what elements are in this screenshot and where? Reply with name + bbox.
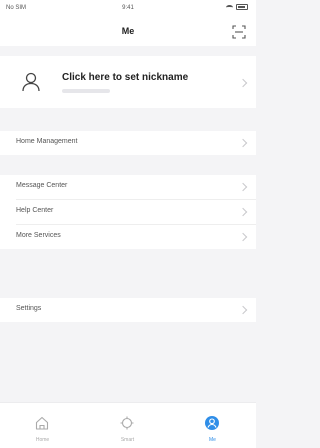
profile-icon	[205, 416, 219, 430]
tab-label: Smart	[120, 437, 135, 443]
chevron-right-icon	[238, 207, 248, 217]
nickname-prompt[interactable]: Click here to set nickname	[62, 72, 188, 83]
menu-item-label: Help Center	[16, 207, 54, 214]
wifi-icon	[226, 4, 233, 10]
tab-label: Home	[35, 437, 50, 443]
home-icon	[35, 416, 49, 430]
nav-bar: Me	[0, 18, 256, 46]
tab-label: Me	[209, 437, 216, 443]
menu-item-label: Settings	[16, 305, 42, 312]
account-placeholder	[62, 89, 110, 93]
menu-section-support: Message Center Help Center More Services	[0, 175, 256, 249]
tab-home[interactable]: Home	[0, 403, 85, 448]
profile-card[interactable]: Click here to set nickname	[0, 56, 256, 108]
page-title: Me	[121, 26, 135, 36]
menu-item-home-management[interactable]: Home Management	[0, 131, 256, 155]
status-time: 9:41	[122, 5, 134, 11]
tab-smart[interactable]: Smart	[85, 403, 170, 448]
bottom-tab-bar: Home Smart Me	[0, 402, 256, 448]
menu-item-more-services[interactable]: More Services	[0, 225, 256, 249]
menu-item-label: Home Management	[16, 138, 78, 145]
smart-icon	[120, 416, 134, 430]
menu-section-settings: Settings	[0, 298, 256, 322]
chevron-right-icon	[238, 232, 248, 242]
tab-me[interactable]: Me	[170, 403, 255, 448]
menu-item-label: Message Center	[16, 182, 68, 189]
chevron-right-icon	[238, 305, 248, 315]
chevron-right-icon	[238, 138, 248, 148]
status-bar: No SIM 9:41	[0, 0, 256, 18]
menu-item-settings[interactable]: Settings	[0, 298, 256, 322]
chevron-right-icon	[238, 78, 248, 88]
menu-section-home: Home Management	[0, 131, 256, 155]
avatar-icon	[22, 72, 40, 92]
menu-item-message-center[interactable]: Message Center	[0, 175, 256, 199]
menu-item-help-center[interactable]: Help Center	[0, 200, 256, 224]
menu-item-label: More Services	[16, 232, 61, 239]
chevron-right-icon	[238, 182, 248, 192]
status-indicators	[226, 4, 248, 10]
scan-icon[interactable]	[232, 25, 246, 39]
battery-icon	[236, 4, 248, 10]
